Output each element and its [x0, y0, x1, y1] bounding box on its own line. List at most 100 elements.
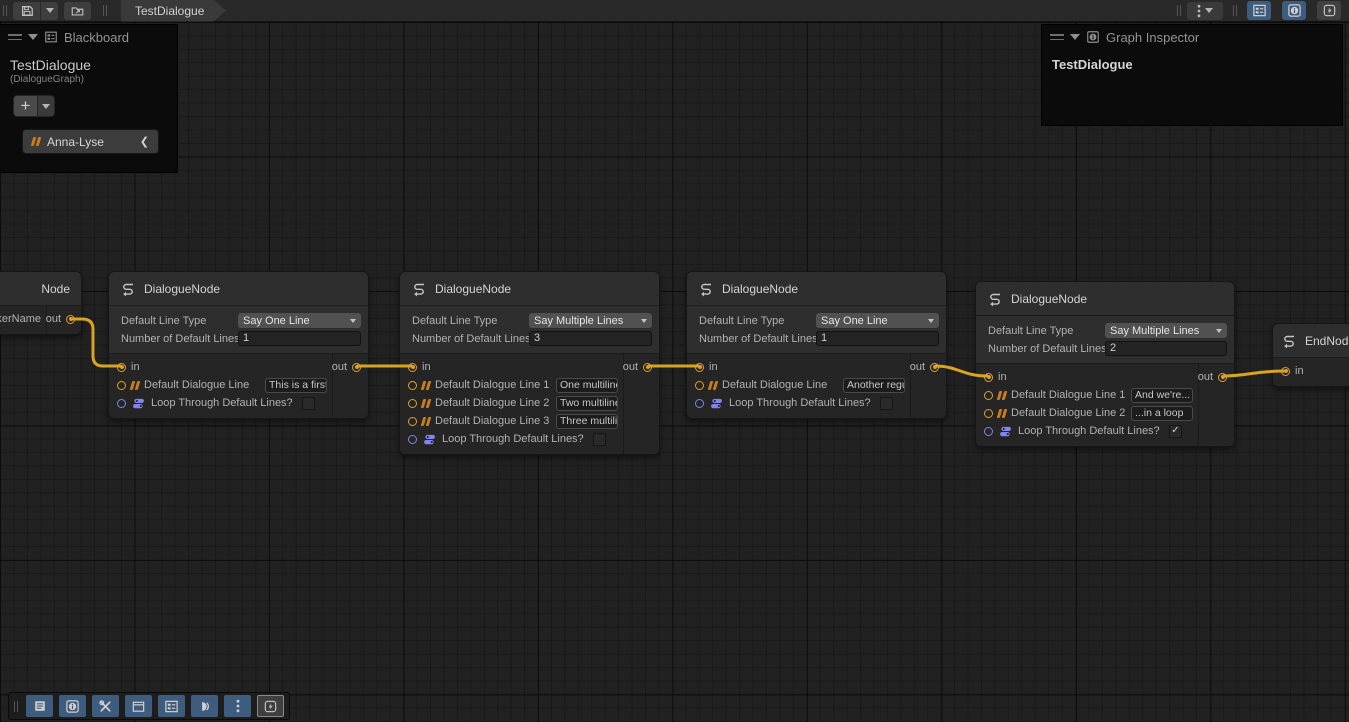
- port-label: Loop Through Default Lines?: [151, 397, 293, 409]
- end-node-icon: [1281, 333, 1297, 349]
- save-button[interactable]: [13, 2, 40, 20]
- blackboard-icon: [44, 30, 58, 44]
- line-count-field[interactable]: 2: [1105, 341, 1227, 356]
- loop-port[interactable]: [408, 435, 417, 444]
- quote-icon: [130, 381, 141, 390]
- start-node[interactable]: Node kerName out: [0, 271, 82, 335]
- blackboard-toggle-button[interactable]: [1247, 1, 1271, 20]
- in-port-label: in: [1295, 365, 1304, 377]
- transition-button[interactable]: [191, 695, 218, 717]
- chevron-left-icon[interactable]: ❮: [140, 135, 149, 148]
- field-label: Default Line Type: [699, 315, 816, 327]
- in-port-label: in: [422, 361, 431, 373]
- line-count-field[interactable]: 1: [238, 331, 361, 346]
- drag-handle-icon[interactable]: [1050, 34, 1064, 40]
- dialogue-line-field[interactable]: ...in a loop: [1131, 406, 1193, 421]
- graph-tab[interactable]: TestDialogue: [121, 0, 226, 22]
- blackboard-header: Blackboard: [0, 25, 177, 49]
- save-options-button[interactable]: [41, 2, 58, 20]
- dialogue-line-field[interactable]: And we're...: [1131, 388, 1193, 403]
- blackboard-graph-type: (DialogueGraph): [0, 73, 177, 91]
- line-type-dropdown[interactable]: Say Multiple Lines: [1105, 323, 1227, 338]
- quote-icon: [997, 391, 1008, 400]
- show-in-project-button[interactable]: [64, 2, 91, 20]
- dialogue-node-2[interactable]: DialogueNode Default Line Type Say Multi…: [399, 271, 660, 455]
- line-type-dropdown[interactable]: Say One Line: [238, 313, 361, 328]
- field-label: Default Line Type: [121, 315, 238, 327]
- port-label: Loop Through Default Lines?: [729, 397, 871, 409]
- dialogue-line-field[interactable]: One multiline: [556, 378, 618, 393]
- loop-checkbox[interactable]: [880, 397, 893, 410]
- loop-port[interactable]: [984, 427, 993, 436]
- bottom-toolbar-drag-handle[interactable]: [14, 701, 18, 712]
- dialogue-line-port[interactable]: [408, 417, 417, 426]
- overflow-menu-button[interactable]: [224, 695, 251, 717]
- blackboard-graph-name: TestDialogue: [0, 49, 177, 73]
- preview-toggle-icon: [263, 699, 278, 714]
- in-port-label: in: [709, 361, 718, 373]
- chevron-down-icon: [641, 319, 647, 323]
- loop-port[interactable]: [117, 399, 126, 408]
- quote-icon: [421, 417, 432, 426]
- inspector-toggle-button[interactable]: [1282, 1, 1306, 20]
- blackboard-toggle-icon: [1252, 3, 1267, 18]
- window-button[interactable]: [125, 695, 152, 717]
- chevron-down-icon: [1216, 329, 1222, 333]
- dialogue-line-port[interactable]: [408, 399, 417, 408]
- toolbar-drag-handle[interactable]: [3, 5, 7, 16]
- dialogue-line-field[interactable]: This is a first: [265, 378, 327, 393]
- port-label: Default Dialogue Line 3: [435, 415, 549, 427]
- dialogue-node-4[interactable]: DialogueNode Default Line Type Say Multi…: [975, 281, 1235, 447]
- preview-toggle-icon: [1322, 3, 1337, 18]
- graph-inspector-selection: TestDialogue: [1042, 49, 1342, 80]
- preview-button[interactable]: [257, 695, 284, 717]
- line-count-field[interactable]: 1: [816, 331, 939, 346]
- line-count-field[interactable]: 3: [529, 331, 652, 346]
- collapse-arrow-icon[interactable]: [28, 34, 38, 40]
- quote-icon: [421, 381, 432, 390]
- dialogue-line-field[interactable]: Another regul: [843, 378, 905, 393]
- tools-button[interactable]: [92, 695, 119, 717]
- blackboard-button[interactable]: [158, 695, 185, 717]
- preview-toggle-button[interactable]: [1317, 1, 1341, 20]
- loop-port[interactable]: [695, 399, 704, 408]
- graph-tab-label: TestDialogue: [135, 4, 204, 18]
- collapse-arrow-icon[interactable]: [1070, 34, 1080, 40]
- overflow-menu-icon: [236, 699, 240, 713]
- console-button[interactable]: [26, 695, 53, 717]
- line-type-dropdown[interactable]: Say Multiple Lines: [529, 313, 652, 328]
- blackboard-field-anna-lyse[interactable]: Anna-Lyse ❮: [22, 129, 159, 154]
- chevron-down-icon: [1205, 8, 1213, 13]
- dialogue-line-port[interactable]: [984, 409, 993, 418]
- out-port-label: out: [1198, 371, 1213, 383]
- dialogue-line-port[interactable]: [695, 381, 704, 390]
- drag-handle-icon[interactable]: [8, 34, 22, 40]
- end-node[interactable]: EndNode in: [1272, 323, 1349, 387]
- overflow-menu-button[interactable]: [1187, 2, 1223, 20]
- loop-checkbox[interactable]: [593, 433, 606, 446]
- transition-icon: [197, 699, 212, 714]
- dialogue-node-1[interactable]: DialogueNode Default Line Type Say One L…: [108, 271, 369, 419]
- out-port-label: out: [332, 361, 347, 373]
- loop-checkbox[interactable]: [1169, 425, 1182, 438]
- overflow-menu-icon: [1197, 4, 1201, 18]
- loop-checkbox[interactable]: [302, 397, 315, 410]
- add-variable-options-button[interactable]: [38, 95, 55, 117]
- dialogue-line-field[interactable]: Two multiline: [556, 396, 618, 411]
- add-variable-button[interactable]: +: [13, 95, 38, 117]
- inspector-toggle-icon: [1287, 3, 1302, 18]
- graph-inspector-header: Graph Inspector: [1042, 25, 1342, 49]
- blackboard-field-name: Anna-Lyse: [47, 135, 133, 149]
- dialogue-line-port[interactable]: [984, 391, 993, 400]
- port-label: Loop Through Default Lines?: [442, 433, 584, 445]
- quote-icon: [421, 399, 432, 408]
- line-type-dropdown[interactable]: Say One Line: [816, 313, 939, 328]
- dialogue-node-3[interactable]: DialogueNode Default Line Type Say One L…: [686, 271, 947, 419]
- dialogue-line-field[interactable]: Three multilin: [556, 414, 618, 429]
- dialogue-line-port[interactable]: [408, 381, 417, 390]
- dialogue-line-port[interactable]: [117, 381, 126, 390]
- inspector-button[interactable]: [59, 695, 86, 717]
- chevron-down-icon: [928, 319, 934, 323]
- quote-icon: [31, 137, 42, 146]
- tools-icon: [98, 699, 113, 714]
